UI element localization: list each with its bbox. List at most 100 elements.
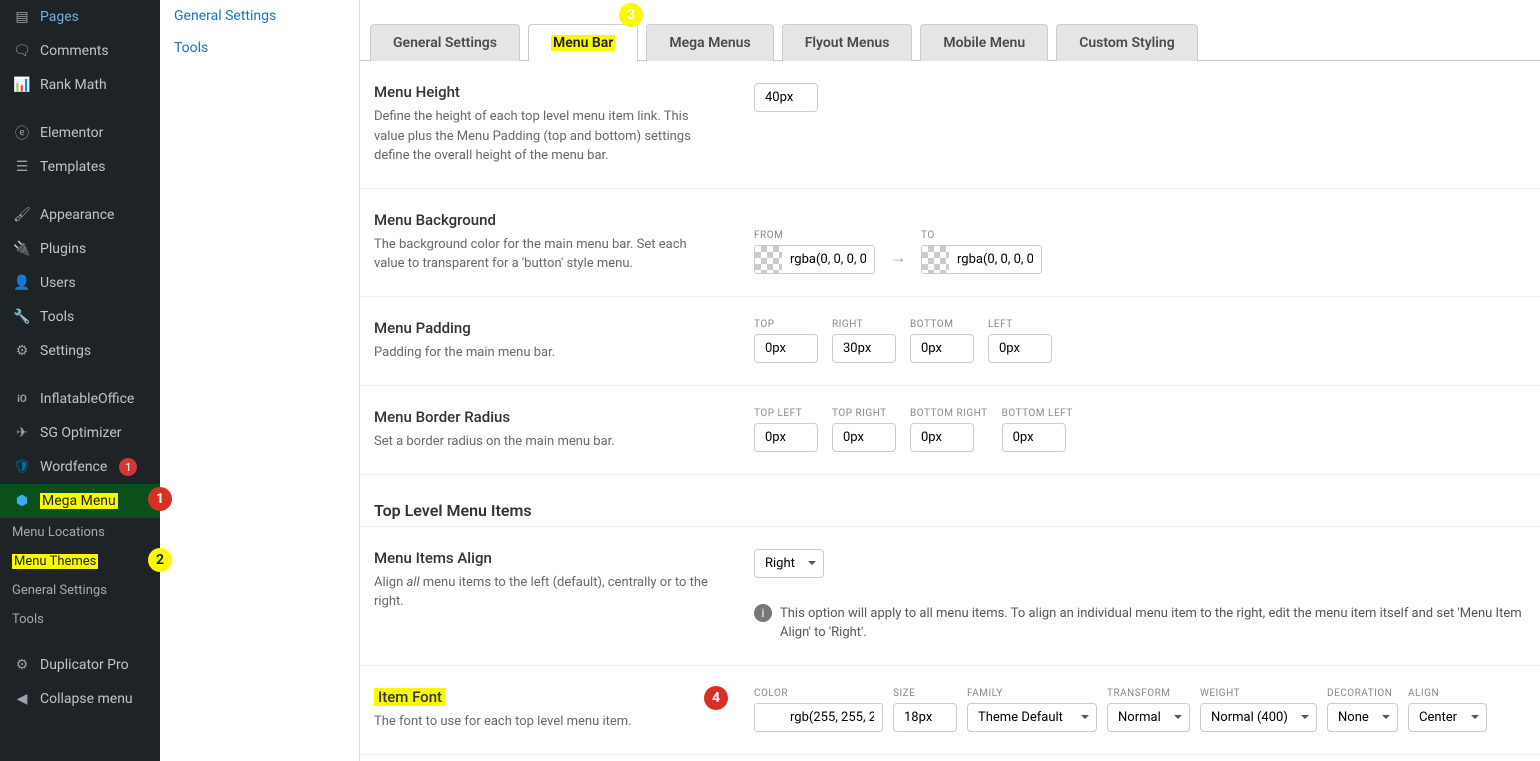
sidebar-item-label: Plugins	[40, 241, 86, 257]
input-label: COLOR	[754, 688, 883, 699]
padding-top-input[interactable]	[754, 334, 818, 363]
font-color[interactable]	[754, 703, 883, 732]
sidebar-item-elementor[interactable]: ⓔElementor	[0, 116, 160, 150]
setting-desc: Set a border radius on the main menu bar…	[374, 432, 714, 452]
input-label: FAMILY	[967, 688, 1097, 699]
font-decoration-select[interactable]: None	[1327, 703, 1398, 732]
sidebar-item-label: Tools	[40, 309, 74, 325]
sidebar-item-label: Settings	[40, 343, 91, 359]
collapse-icon: ◀	[12, 689, 32, 709]
sidebar-item-megamenu[interactable]: ⬢Mega Menu 1	[0, 484, 160, 518]
tab-menu-bar[interactable]: Menu Bar 3	[528, 24, 638, 61]
sidebar-item-label: Rank Math	[40, 77, 107, 93]
color-to-input[interactable]	[949, 246, 1041, 273]
sidebar-item-label: Users	[40, 275, 76, 291]
setting-title: Menu Background	[374, 211, 714, 229]
sidebar-item-inflatableoffice[interactable]: iOInflatableOffice	[0, 382, 160, 416]
sidebar-item-templates[interactable]: ☰Templates	[0, 150, 160, 184]
padding-right-input[interactable]	[832, 334, 896, 363]
setting-desc: Define the height of each top level menu…	[374, 107, 714, 166]
brush-icon: 🖌	[12, 205, 32, 225]
color-from-label: FROM	[754, 230, 875, 241]
secondcol-tools[interactable]: Tools	[160, 32, 359, 64]
submenu-menu-themes[interactable]: Menu Themes 2	[0, 547, 160, 576]
tab-mega-menus[interactable]: Mega Menus	[646, 24, 773, 61]
submenu-menu-locations[interactable]: Menu Locations	[0, 518, 160, 547]
color-from-input[interactable]	[782, 246, 874, 273]
radius-tr-input[interactable]	[832, 423, 896, 452]
sidebar-item-label: Comments	[40, 43, 109, 59]
sidebar-item-tools[interactable]: 🔧Tools	[0, 300, 160, 334]
font-transform-select[interactable]: Normal	[1107, 703, 1190, 732]
user-icon: 👤	[12, 273, 32, 293]
annotation-2: 2	[148, 548, 172, 572]
tab-mobile-menu[interactable]: Mobile Menu	[920, 24, 1048, 61]
color-to[interactable]	[921, 245, 1042, 274]
gear-icon: ⚙	[12, 655, 32, 675]
desc-emphasis: all	[407, 575, 420, 590]
shield-icon: 🛡	[12, 457, 32, 477]
desc-text: Align	[374, 575, 407, 590]
sidebar-item-users[interactable]: 👤 Users	[0, 266, 160, 300]
font-color-input[interactable]	[782, 704, 882, 731]
submenu-label: Menu Themes	[12, 554, 98, 569]
plug-icon: 🔌	[12, 239, 32, 259]
input-label: TOP	[754, 319, 818, 330]
menu-items-align-select[interactable]: Right	[754, 549, 824, 578]
tab-label: Flyout Menus	[805, 35, 890, 51]
padding-bottom-input[interactable]	[910, 334, 974, 363]
chart-icon: 📊	[12, 75, 32, 95]
megamenu-icon: ⬢	[12, 491, 32, 511]
font-align-select[interactable]: Center	[1408, 703, 1487, 732]
tab-general-settings[interactable]: General Settings	[370, 24, 520, 61]
font-size-input[interactable]	[893, 703, 957, 732]
setting-title: Menu Height	[374, 83, 714, 101]
setting-desc: The font to use for each top level menu …	[374, 712, 714, 732]
row-menu-height: Menu Height Define the height of each to…	[360, 61, 1540, 189]
sidebar-item-collapse[interactable]: ◀ Collapse menu	[0, 682, 160, 716]
templates-icon: ☰	[12, 157, 32, 177]
sidebar-item-comments[interactable]: 🗨 Comments	[0, 34, 160, 68]
sidebar-item-sgoptimizer[interactable]: ✈SG Optimizer	[0, 416, 160, 450]
tab-flyout-menus[interactable]: Flyout Menus	[782, 24, 913, 61]
sidebar-item-rankmath[interactable]: 📊 Rank Math	[0, 68, 160, 102]
input-label: BOTTOM LEFT	[1002, 408, 1073, 419]
sidebar-item-appearance[interactable]: 🖌 Appearance	[0, 198, 160, 232]
font-weight-select[interactable]: Normal (400)	[1200, 703, 1317, 732]
sidebar-item-label: Mega Menu	[40, 493, 118, 509]
section-heading: Top Level Menu Items	[374, 501, 1540, 520]
radius-bl-input[interactable]	[1002, 423, 1066, 452]
input-label: SIZE	[893, 688, 957, 699]
font-family-select[interactable]: Theme Default	[967, 703, 1097, 732]
sidebar-item-pages[interactable]: ▤Pages	[0, 0, 160, 34]
sidebar-item-label: Collapse menu	[40, 691, 133, 707]
swatch-icon	[755, 704, 782, 731]
secondcol-general-settings[interactable]: General Settings	[160, 0, 359, 32]
color-from[interactable]	[754, 245, 875, 274]
tab-custom-styling[interactable]: Custom Styling	[1056, 24, 1198, 61]
sidebar-item-label: Appearance	[40, 207, 114, 223]
input-label: RIGHT	[832, 319, 896, 330]
setting-title-highlight: Item Font	[374, 688, 446, 706]
update-badge: 1	[119, 458, 137, 476]
plugin-submenu-column: General Settings Tools	[160, 0, 360, 761]
tabs-bar: General Settings Menu Bar 3 Mega Menus F…	[370, 0, 1540, 61]
sidebar-item-wordfence[interactable]: 🛡Wordfence1	[0, 450, 160, 484]
sidebar-item-plugins[interactable]: 🔌 Plugins	[0, 232, 160, 266]
padding-left-input[interactable]	[988, 334, 1052, 363]
submenu-tools[interactable]: Tools	[0, 605, 160, 634]
comment-icon: 🗨	[12, 41, 32, 61]
row-menu-background: Menu Background The background color for…	[360, 189, 1540, 297]
sidebar-item-label: SG Optimizer	[40, 425, 121, 441]
radius-tl-input[interactable]	[754, 423, 818, 452]
row-menu-padding: Menu Padding Padding for the main menu b…	[360, 297, 1540, 386]
sidebar-item-label: Duplicator Pro	[40, 657, 129, 673]
input-label: DECORATION	[1327, 688, 1398, 699]
sidebar-item-settings[interactable]: ⚙Settings	[0, 334, 160, 368]
menu-height-input[interactable]	[754, 83, 818, 112]
wp-admin-sidebar: ▤Pages 🗨 Comments 📊 Rank Math ⓔElementor ☰…	[0, 0, 160, 761]
setting-desc: Padding for the main menu bar.	[374, 343, 714, 363]
radius-br-input[interactable]	[910, 423, 974, 452]
sidebar-item-duplicator[interactable]: ⚙ Duplicator Pro	[0, 648, 160, 682]
submenu-general-settings[interactable]: General Settings	[0, 576, 160, 605]
